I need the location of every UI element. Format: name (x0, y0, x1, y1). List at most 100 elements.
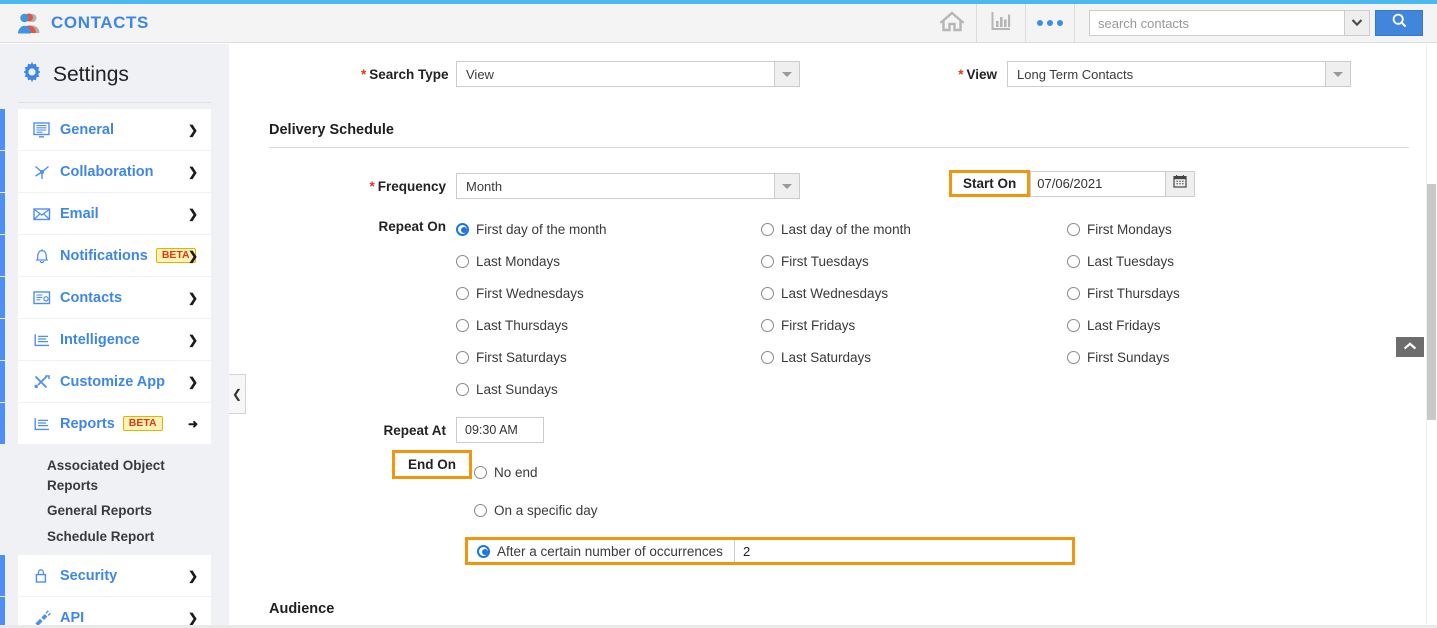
reports-button[interactable] (977, 4, 1025, 42)
frequency-label: * Frequency (369, 178, 446, 194)
occurrences-radio-cell[interactable]: After a certain number of occurrences (468, 540, 735, 562)
start-on-calendar-button[interactable] (1165, 170, 1196, 197)
sidebar-item-label: Notifications (60, 247, 148, 264)
radio-first-saturdays[interactable] (456, 350, 469, 364)
radio-last-day-of-the-month[interactable] (761, 222, 774, 236)
radio-label: On a specific day (494, 502, 598, 518)
radio-row[interactable]: No end (474, 459, 598, 485)
search-type-select[interactable]: View (456, 61, 800, 87)
search-scope-dropdown[interactable] (1344, 10, 1370, 36)
radio-last-tuesdays[interactable] (1067, 254, 1080, 268)
chevron-right-icon: ❯ (187, 332, 198, 347)
view-select[interactable]: Long Term Contacts (1007, 61, 1351, 87)
contacts-people-icon (18, 12, 42, 34)
beta-badge: BETA (122, 415, 163, 432)
radio-label: First Mondays (1087, 221, 1172, 237)
vertical-scrollbar-track[interactable] (1426, 44, 1437, 628)
radio-row[interactable]: Last Sundays (456, 373, 761, 405)
bar-chart-icon (990, 10, 1012, 37)
radio-label: Last Wednesdays (781, 285, 889, 301)
sidebar-subitem-schedule-report[interactable]: Schedule Report (0, 524, 229, 550)
radio-row[interactable]: Last day of the month (761, 213, 1067, 245)
radio-row[interactable]: First Fridays (761, 309, 1067, 341)
radio-row[interactable]: First Thursdays (1067, 277, 1317, 309)
sidebar-subitem-associated-object-reports[interactable]: Associated Object Reports (0, 453, 229, 498)
radio-row[interactable]: Last Saturdays (761, 341, 1067, 373)
search-box (1089, 10, 1423, 36)
sidebar-item-label: Contacts (60, 289, 123, 306)
sidebar-item-collaboration[interactable]: Collaboration ❯ (0, 151, 211, 192)
radio-first-mondays[interactable] (1067, 222, 1080, 236)
radio-row[interactable]: First Wednesdays (456, 277, 761, 309)
sidebar-item-email[interactable]: Email ❯ (0, 193, 211, 234)
vertical-scrollbar-thumb[interactable] (1427, 184, 1436, 420)
radio-last-fridays[interactable] (1067, 318, 1080, 332)
repeat-on-block: Repeat On First day of the month Last Mo… (361, 213, 1317, 405)
caret-down-icon[interactable] (774, 174, 799, 198)
repeat-at-input[interactable] (456, 417, 544, 443)
radio-row[interactable]: First Sundays (1067, 341, 1317, 373)
repeat-on-column-2: Last day of the month First Tuesdays Las… (761, 213, 1067, 405)
caret-down-icon[interactable] (774, 62, 799, 86)
caret-down-icon[interactable] (1325, 62, 1350, 86)
sidebar-item-reports[interactable]: Reports BETA ➜ (0, 403, 211, 444)
start-on-input[interactable] (1030, 170, 1166, 197)
sidebar-item-security[interactable]: Security ❯ (0, 555, 211, 597)
sidebar-item-general[interactable]: General ❯ (0, 109, 211, 150)
sidebar-item-label: Customize App (60, 373, 165, 390)
view-value: Long Term Contacts (1017, 66, 1134, 82)
radio-last-wednesdays[interactable] (761, 286, 774, 300)
start-on-highlight: Start On (949, 170, 1031, 197)
radio-label: First Saturdays (476, 349, 567, 365)
repeat-on-column-3: First Mondays Last Tuesdays First Thursd… (1067, 213, 1317, 405)
radio-row[interactable]: Last Mondays (456, 245, 761, 277)
sidebar-item-customize-app[interactable]: Customize App ❯ (0, 361, 211, 402)
radio-label: After a certain number of occurrences (497, 543, 723, 559)
radio-row[interactable]: First Tuesdays (761, 245, 1067, 277)
radio-first-day-of-the-month[interactable] (456, 222, 469, 236)
radio-row[interactable]: Last Fridays (1067, 309, 1317, 341)
radio-row[interactable]: Last Thursdays (456, 309, 761, 341)
radio-row[interactable]: First Mondays (1067, 213, 1317, 245)
search-type-label: * Search Type (361, 66, 449, 82)
radio-after-a-certain-number-of-occurrences[interactable] (477, 544, 490, 558)
scroll-to-top-button[interactable] (1396, 337, 1424, 357)
radio-last-mondays[interactable] (456, 254, 469, 268)
radio-row[interactable]: Last Tuesdays (1067, 245, 1317, 277)
home-button[interactable] (928, 4, 976, 42)
sidebar-item-notifications[interactable]: Notifications BETA ❯ (0, 235, 211, 276)
brand[interactable]: CONTACTS (0, 4, 149, 43)
more-menu-button[interactable] (1026, 4, 1074, 42)
sidebar-item-api[interactable]: API ❯ (0, 597, 211, 628)
search-submit-button[interactable] (1375, 10, 1423, 36)
calendar-icon (1173, 174, 1187, 193)
radio-last-thursdays[interactable] (456, 318, 469, 332)
radio-first-thursdays[interactable] (1067, 286, 1080, 300)
bell-icon (33, 248, 55, 264)
sidebar-item-contacts[interactable]: Contacts ❯ (0, 277, 211, 318)
radio-last-sundays[interactable] (456, 382, 469, 396)
sidebar-collapse-handle[interactable]: ❮ (229, 374, 246, 414)
radio-no-end[interactable] (474, 465, 487, 479)
radio-on-a-specific-day[interactable] (474, 503, 487, 517)
occurrences-input[interactable] (735, 540, 1072, 562)
radio-first-wednesdays[interactable] (456, 286, 469, 300)
occurrences-highlight-box: After a certain number of occurrences (465, 537, 1075, 565)
radio-last-saturdays[interactable] (761, 350, 774, 364)
tools-icon (33, 374, 55, 390)
frequency-select[interactable]: Month (456, 173, 800, 199)
search-input[interactable] (1089, 10, 1344, 36)
radio-row[interactable]: First day of the month (456, 213, 761, 245)
radio-row[interactable]: Last Wednesdays (761, 277, 1067, 309)
radio-row[interactable]: First Saturdays (456, 341, 761, 373)
radio-row[interactable]: On a specific day (474, 497, 598, 523)
radio-label: First day of the month (476, 221, 607, 237)
list-lines-icon (33, 332, 55, 348)
sidebar-item-intelligence[interactable]: Intelligence ❯ (0, 319, 211, 360)
chevron-right-icon: ❯ (187, 374, 198, 389)
sidebar-subitem-general-reports[interactable]: General Reports (0, 498, 229, 524)
radio-first-fridays[interactable] (761, 318, 774, 332)
view-row: * View Long Term Contacts (949, 61, 1351, 87)
radio-first-tuesdays[interactable] (761, 254, 774, 268)
radio-first-sundays[interactable] (1067, 350, 1080, 364)
